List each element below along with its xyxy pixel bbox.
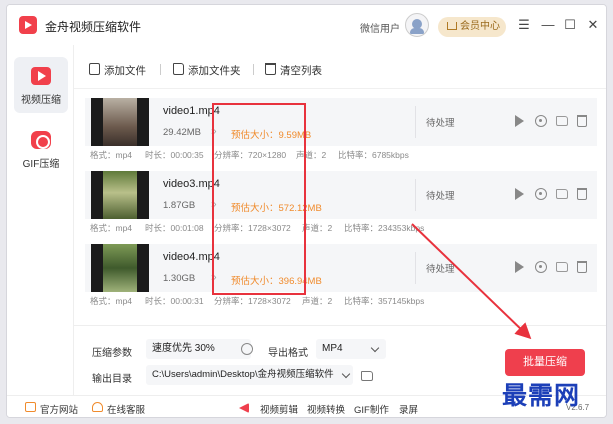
- file-size: 1.30GB: [163, 273, 196, 284]
- sidebar-item-label: 视频压缩: [21, 95, 61, 106]
- settings-icon[interactable]: [535, 188, 547, 200]
- meta-format: 格式：mp4: [90, 296, 133, 306]
- footer-link-screen-record[interactable]: 录屏: [399, 402, 418, 416]
- headset-icon: [92, 402, 103, 412]
- gif-icon: [31, 131, 51, 149]
- meta-channels: 声道：2: [302, 296, 333, 306]
- settings-icon[interactable]: [535, 115, 547, 127]
- add-folder-label: 添加文件夹: [188, 65, 241, 77]
- file-row[interactable]: video4.mp4 1.30GB » 预估大小：396.94MB 待处理: [85, 244, 597, 292]
- online-service-link[interactable]: 在线客服: [107, 402, 145, 416]
- export-format-select[interactable]: MP4: [316, 339, 386, 359]
- file-size: 1.87GB: [163, 200, 196, 211]
- maximize-icon[interactable]: ☐: [562, 17, 578, 33]
- file-size: 29.42MB: [163, 127, 202, 138]
- add-folder-icon: [173, 63, 184, 75]
- avatar[interactable]: [405, 13, 429, 37]
- footer-link-video-edit[interactable]: 视频剪辑: [260, 402, 298, 416]
- status-text: 待处理: [426, 191, 455, 202]
- add-file-icon: [89, 63, 100, 75]
- crown-icon: [447, 22, 457, 30]
- folder-icon[interactable]: [556, 262, 568, 272]
- sidebar-item-video-compress[interactable]: 视频压缩: [14, 57, 68, 113]
- sidebar-item-label: GIF压缩: [22, 159, 60, 170]
- divider: [160, 64, 161, 75]
- meta-format: 格式：mp4: [90, 223, 133, 233]
- add-folder-button[interactable]: 添加文件夹: [173, 63, 241, 78]
- folder-icon[interactable]: [556, 116, 568, 126]
- trash-icon[interactable]: [577, 188, 587, 200]
- output-dir-label: 输出目录: [92, 374, 132, 385]
- clear-list-label: 清空列表: [280, 65, 322, 77]
- vip-center-label: 会员中心: [460, 21, 500, 32]
- minimize-icon[interactable]: —: [540, 17, 556, 33]
- compress-settings-icon[interactable]: [241, 343, 253, 355]
- sidebar-item-gif-compress[interactable]: GIF压缩: [14, 121, 68, 177]
- export-format-value: MP4: [322, 343, 343, 354]
- batch-compress-button[interactable]: 批量压缩: [505, 349, 585, 376]
- status-text: 待处理: [426, 264, 455, 275]
- trash-icon[interactable]: [577, 261, 587, 273]
- user-name[interactable]: 微信用户: [360, 20, 400, 35]
- output-dir-field[interactable]: C:\Users\admin\Desktop\金舟视频压缩软件: [146, 365, 353, 385]
- video-thumbnail: [91, 171, 149, 219]
- add-file-label: 添加文件: [104, 65, 146, 77]
- video-thumbnail: [91, 244, 149, 292]
- play-icon[interactable]: [515, 188, 524, 200]
- megaphone-icon: [239, 403, 249, 413]
- play-icon[interactable]: [515, 115, 524, 127]
- title-bar: 金舟视频压缩软件 微信用户 会员中心 ☰ — ☐ ✕: [7, 5, 606, 45]
- meta-format: 格式：mp4: [90, 150, 133, 160]
- trash-icon[interactable]: [577, 115, 587, 127]
- footer-link-gif-make[interactable]: GIF制作: [354, 402, 389, 416]
- meta-bitrate: 比特率：6785kbps: [338, 150, 409, 160]
- video-play-icon: [31, 67, 51, 85]
- official-site-link[interactable]: 官方网站: [40, 402, 78, 416]
- video-thumbnail: [91, 98, 149, 146]
- output-dir-value: C:\Users\admin\Desktop\金舟视频压缩软件: [152, 369, 334, 380]
- export-format-label: 导出格式: [268, 348, 308, 359]
- add-file-button[interactable]: 添加文件: [89, 63, 146, 78]
- compress-params-field[interactable]: 速度优先 30%: [146, 339, 251, 359]
- vip-center-button[interactable]: 会员中心: [438, 17, 506, 37]
- meta-bitrate: 比特率：234353kbps: [344, 223, 425, 233]
- app-window: 金舟视频压缩软件 微信用户 会员中心 ☰ — ☐ ✕ 视频压缩 GIF压缩 添加…: [6, 4, 607, 418]
- meta-bitrate: 比特率：357145kbps: [344, 296, 425, 306]
- browse-folder-icon[interactable]: [361, 371, 373, 381]
- folder-icon[interactable]: [556, 189, 568, 199]
- clear-list-button[interactable]: 清空列表: [265, 63, 322, 78]
- chevron-down-icon: [370, 343, 380, 353]
- meta-duration: 时长：00:01:08: [145, 223, 204, 233]
- play-icon[interactable]: [515, 261, 524, 273]
- trash-icon: [265, 63, 276, 75]
- status-text: 待处理: [426, 118, 455, 129]
- sidebar: 视频压缩 GIF压缩: [7, 45, 74, 395]
- app-logo-icon: [19, 16, 37, 34]
- menu-icon[interactable]: ☰: [516, 17, 532, 33]
- meta-resolution: 分辨率：1728×3072: [214, 296, 291, 306]
- website-icon: [25, 402, 36, 412]
- highlight-box: [212, 103, 306, 295]
- toolbar: 添加文件 添加文件夹 清空列表: [74, 45, 606, 89]
- compress-params-label: 压缩参数: [92, 348, 132, 359]
- divider: [415, 106, 416, 138]
- watermark: 最需网: [502, 381, 581, 410]
- divider: [253, 64, 254, 75]
- divider: [415, 252, 416, 284]
- meta-channels: 声道：2: [302, 223, 333, 233]
- divider: [415, 179, 416, 211]
- meta-duration: 时长：00:00:35: [145, 150, 204, 160]
- close-icon[interactable]: ✕: [585, 17, 601, 33]
- app-title: 金舟视频压缩软件: [45, 20, 142, 34]
- footer-link-video-convert[interactable]: 视频转换: [307, 402, 345, 416]
- file-row[interactable]: video3.mp4 1.87GB » 预估大小：572.12MB 待处理: [85, 171, 597, 219]
- file-row[interactable]: video1.mp4 29.42MB » 预估大小：9.59MB 待处理: [85, 98, 597, 146]
- settings-icon[interactable]: [535, 261, 547, 273]
- meta-duration: 时长：00:00:31: [145, 296, 204, 306]
